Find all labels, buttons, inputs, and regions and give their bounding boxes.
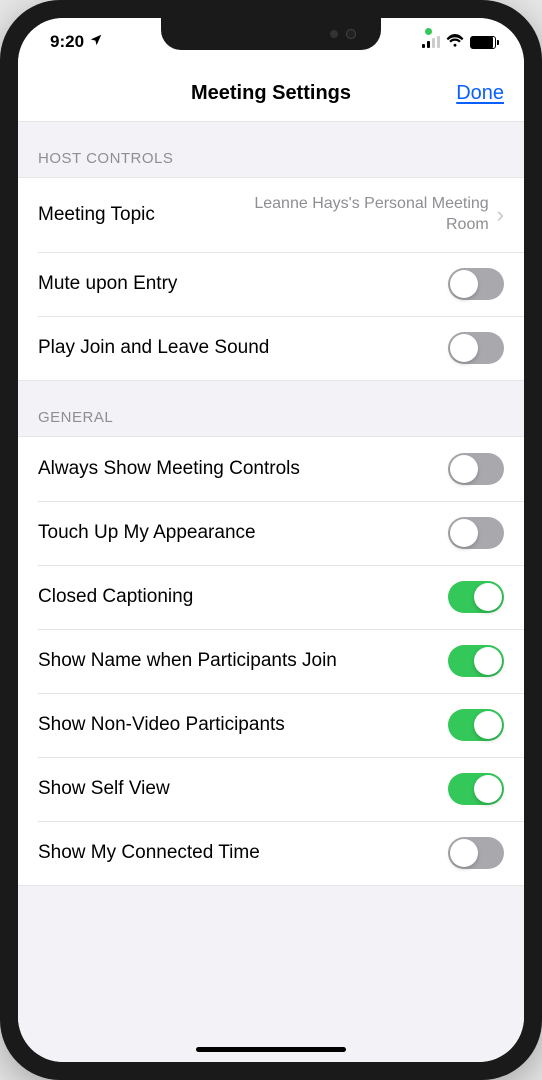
chevron-right-icon: ›: [497, 202, 504, 228]
page-title: Meeting Settings: [191, 82, 351, 105]
row-label: Always Show Meeting Controls: [38, 458, 448, 480]
row-play-join-leave: Play Join and Leave Sound: [18, 316, 524, 380]
row-touch-up: Touch Up My Appearance: [18, 501, 524, 565]
toggle-show-name[interactable]: [448, 645, 504, 677]
row-mute-upon-entry: Mute upon Entry: [18, 252, 524, 316]
section-header-host-controls: HOST CONTROLS: [18, 122, 524, 177]
status-time: 9:20: [50, 32, 84, 52]
row-show-selfview: Show Self View: [18, 757, 524, 821]
row-closed-caption: Closed Captioning: [18, 565, 524, 629]
row-label: Closed Captioning: [38, 586, 448, 608]
row-show-nonvideo: Show Non-Video Participants: [18, 693, 524, 757]
row-label: Play Join and Leave Sound: [38, 337, 448, 359]
battery-icon: [470, 36, 496, 49]
cellular-signal-icon: [422, 36, 440, 48]
row-label: Show Non-Video Participants: [38, 714, 448, 736]
toggle-mute-upon-entry[interactable]: [448, 268, 504, 300]
row-value: Leanne Hays's Personal Meeting Room: [232, 194, 488, 236]
row-meeting-topic[interactable]: Meeting Topic Leanne Hays's Personal Mee…: [18, 178, 524, 252]
toggle-show-nonvideo[interactable]: [448, 709, 504, 741]
row-show-name: Show Name when Participants Join: [18, 629, 524, 693]
section-header-general: GENERAL: [18, 381, 524, 436]
row-show-connected-time: Show My Connected Time: [18, 821, 524, 885]
home-indicator[interactable]: [196, 1047, 346, 1052]
row-label: Touch Up My Appearance: [38, 522, 448, 544]
toggle-closed-caption[interactable]: [448, 581, 504, 613]
wifi-icon: [446, 33, 464, 52]
row-label: Show Self View: [38, 778, 448, 800]
toggle-show-selfview[interactable]: [448, 773, 504, 805]
camera-indicator-icon: [425, 28, 432, 35]
navigation-header: Meeting Settings Done: [18, 66, 524, 122]
toggle-play-join-leave[interactable]: [448, 332, 504, 364]
row-label: Mute upon Entry: [38, 273, 448, 295]
done-button[interactable]: Done: [456, 82, 504, 105]
row-always-show-controls: Always Show Meeting Controls: [18, 437, 524, 501]
row-label: Show Name when Participants Join: [38, 650, 448, 672]
row-label: Meeting Topic: [38, 204, 232, 226]
toggle-touch-up[interactable]: [448, 517, 504, 549]
toggle-always-show-controls[interactable]: [448, 453, 504, 485]
toggle-show-connected-time[interactable]: [448, 837, 504, 869]
location-services-icon: [89, 33, 103, 51]
row-label: Show My Connected Time: [38, 842, 448, 864]
